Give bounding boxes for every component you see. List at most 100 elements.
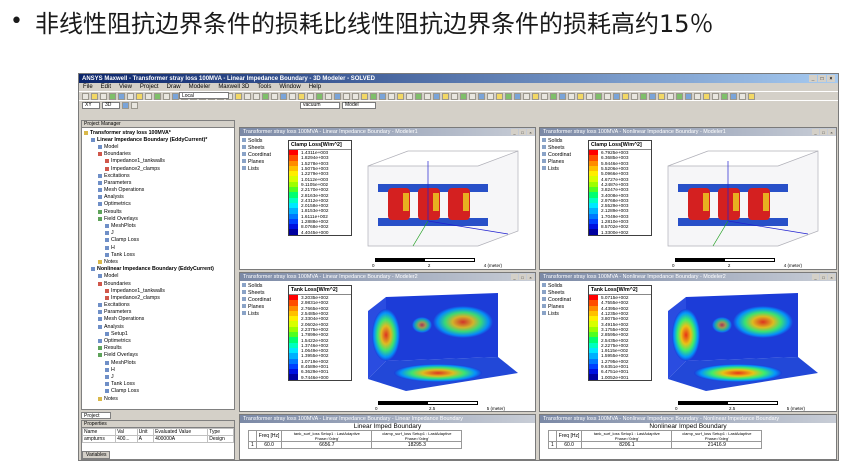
menu-project[interactable]: Project bbox=[140, 84, 159, 90]
toolbar-button-icon[interactable] bbox=[649, 92, 656, 100]
menu-file[interactable]: File bbox=[83, 84, 93, 90]
toolbar-button-icon[interactable] bbox=[577, 92, 584, 100]
viewer-tree-item[interactable]: Solids bbox=[242, 283, 271, 290]
tree-item[interactable]: MeshPlots bbox=[84, 222, 232, 229]
viewer-tree-item[interactable]: Coordinat bbox=[542, 152, 571, 159]
close-icon[interactable]: × bbox=[527, 274, 534, 280]
toolbar-button-icon[interactable] bbox=[352, 92, 359, 100]
toolbar-button-icon[interactable] bbox=[550, 92, 557, 100]
tree-item[interactable]: Mesh Operations bbox=[84, 187, 232, 194]
toolbar-button-icon[interactable] bbox=[100, 92, 107, 100]
toolbar-button-icon[interactable] bbox=[424, 92, 431, 100]
tree-item[interactable]: Field Overlays bbox=[84, 215, 232, 222]
toolbar-button-icon[interactable] bbox=[325, 92, 332, 100]
toolbar-button-icon[interactable] bbox=[604, 92, 611, 100]
tree-item[interactable]: Boundaries bbox=[84, 151, 232, 158]
transformer-clamp-plot[interactable] bbox=[358, 146, 528, 256]
tree-item[interactable]: Impedance1_tankwalls bbox=[84, 287, 232, 294]
modeler-window-nonlinear-clamp[interactable]: Transformer stray loss 100MVA - Nonlinea… bbox=[539, 127, 837, 270]
toolbar-button-icon[interactable] bbox=[505, 92, 512, 100]
tree-item[interactable]: Results bbox=[84, 345, 232, 352]
toolbar-button-icon[interactable] bbox=[298, 92, 305, 100]
toolbar-button-icon[interactable] bbox=[460, 92, 467, 100]
grid-icon[interactable] bbox=[122, 101, 129, 109]
menu-maxwell-3d[interactable]: Maxwell 3D bbox=[218, 84, 249, 90]
toolbar-button-icon[interactable] bbox=[730, 92, 737, 100]
tree-item[interactable]: Model bbox=[84, 143, 232, 150]
viewer-tree-item[interactable]: Coordinat bbox=[242, 152, 271, 159]
modeler-window-linear-tank[interactable]: Transformer stray loss 100MVA - Linear I… bbox=[239, 272, 536, 412]
toolbar-button-icon[interactable] bbox=[235, 92, 242, 100]
report-window-linear[interactable]: Transformer stray loss 100MVA - Linear I… bbox=[239, 414, 536, 460]
tree-item[interactable]: Boundaries bbox=[84, 280, 232, 287]
viewer-tree-item[interactable]: Planes bbox=[242, 159, 271, 166]
modeler-window-nonlinear-tank[interactable]: Transformer stray loss 100MVA - Nonlinea… bbox=[539, 272, 837, 412]
tree-item[interactable]: Linear Impedance Boundary (EddyCurrent)* bbox=[84, 136, 232, 143]
toolbar-button-icon[interactable] bbox=[91, 92, 98, 100]
menu-edit[interactable]: Edit bbox=[101, 84, 111, 90]
viewer-tree-item[interactable]: Planes bbox=[242, 304, 271, 311]
toolbar-button-icon[interactable] bbox=[703, 92, 710, 100]
toolbar-button-icon[interactable] bbox=[667, 92, 674, 100]
toolbar-button-icon[interactable] bbox=[82, 92, 89, 100]
modeler-window-linear-clamp[interactable]: Transformer stray loss 100MVA - Linear I… bbox=[239, 127, 536, 270]
tree-item[interactable]: MeshPlots bbox=[84, 359, 232, 366]
tree-item[interactable]: Results bbox=[84, 208, 232, 215]
menu-draw[interactable]: Draw bbox=[167, 84, 181, 90]
toolbar-button-icon[interactable] bbox=[334, 92, 341, 100]
tree-item[interactable]: Mesh Operations bbox=[84, 316, 232, 323]
toolbar-button-icon[interactable] bbox=[694, 92, 701, 100]
toolbar-button-icon[interactable] bbox=[343, 92, 350, 100]
toolbar-button-icon[interactable] bbox=[370, 92, 377, 100]
toolbar-button-icon[interactable] bbox=[748, 92, 755, 100]
toolbar-button-icon[interactable] bbox=[739, 92, 746, 100]
toolbar-button-icon[interactable] bbox=[622, 92, 629, 100]
toolbar-button-icon[interactable] bbox=[676, 92, 683, 100]
toolbar-button-icon[interactable] bbox=[109, 92, 116, 100]
viewer-tree-item[interactable]: Solids bbox=[542, 283, 571, 290]
viewer-tree-item[interactable]: Sheets bbox=[242, 290, 271, 297]
menu-modeler[interactable]: Modeler bbox=[189, 84, 211, 90]
tab-variables[interactable]: Variables bbox=[82, 451, 111, 459]
toolbar-button-icon[interactable] bbox=[145, 92, 152, 100]
toolbar-button-icon[interactable] bbox=[658, 92, 665, 100]
tree-item[interactable]: Clamp Loss bbox=[84, 237, 232, 244]
menu-window[interactable]: Window bbox=[279, 84, 300, 90]
toolbar-button-icon[interactable] bbox=[253, 92, 260, 100]
table-cell[interactable]: ampturns bbox=[81, 435, 117, 443]
maximize-icon[interactable]: □ bbox=[519, 129, 526, 135]
close-icon[interactable]: × bbox=[527, 129, 534, 135]
menu-help[interactable]: Help bbox=[309, 84, 321, 90]
tree-item[interactable]: Nonlinear Impedance Boundary (EddyCurren… bbox=[84, 266, 232, 273]
minimize-icon[interactable]: _ bbox=[809, 75, 817, 82]
viewer-tree-item[interactable]: Sheets bbox=[542, 145, 571, 152]
toolbar-button-icon[interactable] bbox=[712, 92, 719, 100]
toolbar-button-icon[interactable] bbox=[280, 92, 287, 100]
viewer-tree-item[interactable]: Lists bbox=[242, 166, 271, 173]
tree-item[interactable]: J bbox=[84, 373, 232, 380]
toolbar-button-icon[interactable] bbox=[478, 92, 485, 100]
viewer-tree-item[interactable]: Lists bbox=[542, 166, 571, 173]
toolbar-button-icon[interactable] bbox=[442, 92, 449, 100]
tank-loss-plot[interactable] bbox=[658, 287, 830, 399]
toolbar-button-icon[interactable] bbox=[559, 92, 566, 100]
tree-item[interactable]: H bbox=[84, 244, 232, 251]
viewer-tree-item[interactable]: Lists bbox=[542, 311, 571, 318]
menu-tools[interactable]: Tools bbox=[257, 84, 271, 90]
viewer-tree-item[interactable]: Coordinat bbox=[242, 297, 271, 304]
display-select[interactable]: Model bbox=[342, 101, 376, 109]
viewer-tree-item[interactable]: Lists bbox=[242, 311, 271, 318]
minimize-icon[interactable]: _ bbox=[511, 274, 518, 280]
toolbar-button-icon[interactable] bbox=[397, 92, 404, 100]
viewer-tree-item[interactable]: Planes bbox=[542, 159, 571, 166]
tree-item[interactable]: Parameters bbox=[84, 309, 232, 316]
tree-item[interactable]: Optimetrics bbox=[84, 337, 232, 344]
toolbar-button-icon[interactable] bbox=[361, 92, 368, 100]
viewer-tree-item[interactable]: Solids bbox=[242, 138, 271, 145]
toolbar-button-icon[interactable] bbox=[271, 92, 278, 100]
close-icon[interactable]: × bbox=[827, 75, 835, 82]
tree-item[interactable]: Field Overlays bbox=[84, 352, 232, 359]
toolbar-button-icon[interactable] bbox=[406, 92, 413, 100]
toolbar-button-icon[interactable] bbox=[523, 92, 530, 100]
toolbar-button-icon[interactable] bbox=[379, 92, 386, 100]
